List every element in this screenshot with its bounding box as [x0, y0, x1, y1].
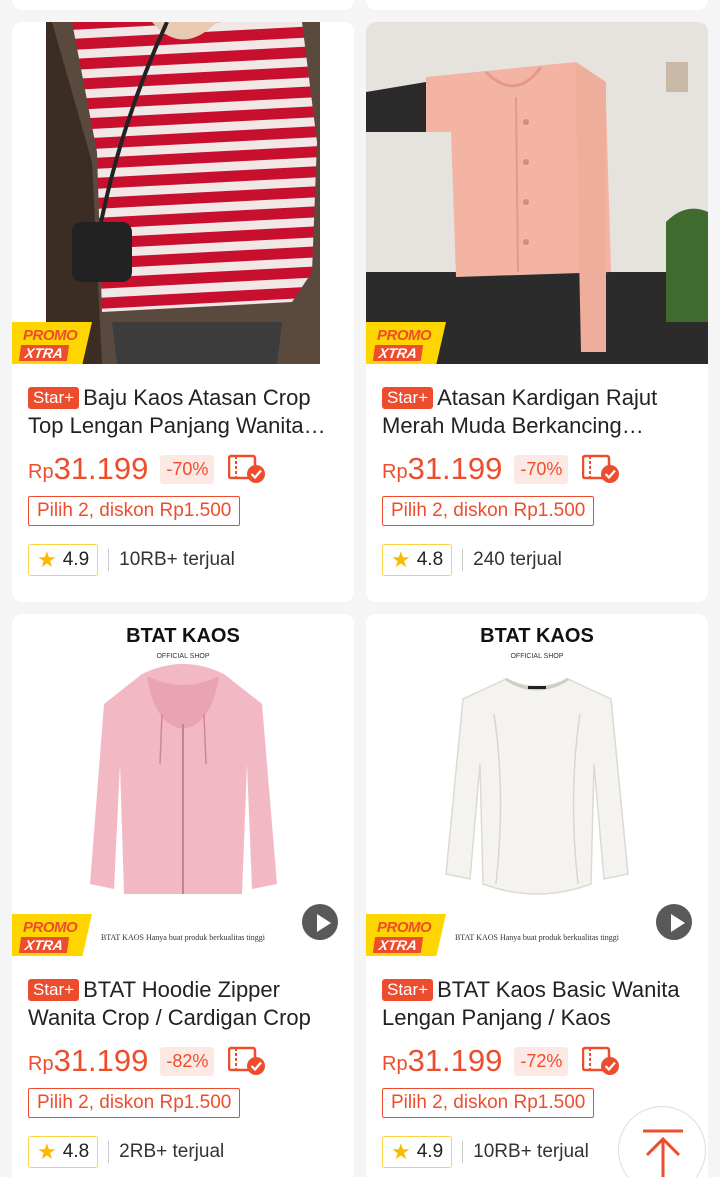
currency-symbol: Rp	[382, 460, 408, 483]
brand-text: BTAT KAOS	[126, 625, 240, 647]
voucher-check-icon	[582, 1046, 620, 1075]
rating-badge: ★ 4.8	[382, 544, 453, 576]
product-image[interactable]: BTAT KAOS OFFICIAL SHOP BTAT KAOS Hanya …	[12, 614, 354, 956]
currency-symbol: Rp	[28, 1052, 54, 1075]
discount-badge: -70%	[514, 454, 569, 484]
discount-badge: -82%	[160, 1046, 215, 1076]
promo-xtra-label: PROMO XTRA	[366, 322, 446, 364]
bundle-discount-tag: Pilih 2, diskon Rp1.500	[382, 496, 595, 526]
price-value: 31.199	[407, 1043, 503, 1078]
promo-xtra-label: PROMO XTRA	[366, 914, 446, 956]
promo-xtra-label: PROMO XTRA	[12, 322, 92, 364]
sold-count: 240 terjual	[473, 549, 562, 570]
rating-badge: ★ 4.9	[382, 1136, 453, 1168]
bundle-discount-tag: Pilih 2, diskon Rp1.500	[28, 496, 241, 526]
striped-shirt-image	[12, 22, 354, 364]
product-title[interactable]: Star+ Atasan Kardigan Rajut Merah Muda Be…	[382, 384, 692, 440]
arrow-up-icon	[643, 1129, 683, 1177]
promo-xtra-label: PROMO XTRA	[12, 914, 92, 956]
white-tee-image: BTAT KAOS OFFICIAL SHOP BTAT KAOS Hanya …	[366, 614, 708, 956]
price-value: 31.199	[53, 451, 149, 486]
product-card[interactable]: PROMO XTRA Star+ Atasan Kardigan Rajut Me…	[366, 22, 708, 602]
price-value: 31.199	[407, 451, 503, 486]
brand-footer: BTAT KAOS Hanya buat produk berkualitas …	[101, 933, 266, 942]
currency-symbol: Rp	[382, 1052, 408, 1075]
product-image[interactable]: BTAT KAOS OFFICIAL SHOP BTAT KAOS Hanya …	[366, 614, 708, 956]
bundle-discount-tag: Pilih 2, diskon Rp1.500	[28, 1088, 241, 1118]
product-image[interactable]: PROMO XTRA	[366, 22, 708, 364]
voucher-check-icon	[228, 454, 266, 483]
star-icon: ★	[391, 547, 411, 572]
star-icon: ★	[37, 1139, 57, 1164]
product-card[interactable]: BTAT KAOS OFFICIAL SHOP BTAT KAOS Hanya …	[366, 614, 708, 1177]
voucher-check-icon	[228, 1046, 266, 1075]
rating-badge: ★ 4.9	[28, 544, 99, 576]
brand-text: BTAT KAOS	[480, 625, 594, 647]
previous-card-stub	[366, 0, 708, 10]
star-plus-badge: Star+	[28, 979, 80, 1001]
pink-cardigan-image	[366, 22, 708, 364]
brand-sub: OFFICIAL SHOP	[510, 653, 563, 660]
sold-count: 10RB+ terjual	[473, 1141, 589, 1162]
product-title[interactable]: Star+ Baju Kaos Atasan Crop Top Lengan Pa…	[28, 384, 338, 440]
product-title[interactable]: Star+ BTAT Hoodie Zipper Wanita Crop / Ca…	[28, 976, 338, 1032]
star-icon: ★	[37, 547, 57, 572]
price-value: 31.199	[53, 1043, 149, 1078]
pink-hoodie-image: BTAT KAOS OFFICIAL SHOP BTAT KAOS Hanya …	[12, 614, 354, 956]
sold-count: 2RB+ terjual	[119, 1141, 225, 1162]
voucher-check-icon	[582, 454, 620, 483]
star-plus-badge: Star+	[382, 979, 434, 1001]
play-video-icon[interactable]	[654, 902, 694, 942]
product-card[interactable]: PROMO XTRA Star+ Baju Kaos Atasan Crop To…	[12, 22, 354, 602]
back-to-top-button[interactable]	[618, 1106, 706, 1177]
product-title[interactable]: Star+ BTAT Kaos Basic Wanita Lengan Panja…	[382, 976, 692, 1032]
rating-badge: ★ 4.8	[28, 1136, 99, 1168]
star-plus-badge: Star+	[28, 387, 80, 409]
previous-card-stub	[12, 0, 354, 10]
brand-footer: BTAT KAOS Hanya buat produk berkualitas …	[455, 933, 620, 942]
currency-symbol: Rp	[28, 460, 54, 483]
product-image[interactable]: PROMO XTRA	[12, 22, 354, 364]
star-plus-badge: Star+	[382, 387, 434, 409]
discount-badge: -72%	[514, 1046, 569, 1076]
product-card[interactable]: BTAT KAOS OFFICIAL SHOP BTAT KAOS Hanya …	[12, 614, 354, 1177]
bundle-discount-tag: Pilih 2, diskon Rp1.500	[382, 1088, 595, 1118]
star-icon: ★	[391, 1139, 411, 1164]
brand-sub: OFFICIAL SHOP	[156, 653, 209, 660]
play-video-icon[interactable]	[300, 902, 340, 942]
sold-count: 10RB+ terjual	[119, 549, 235, 570]
discount-badge: -70%	[160, 454, 215, 484]
